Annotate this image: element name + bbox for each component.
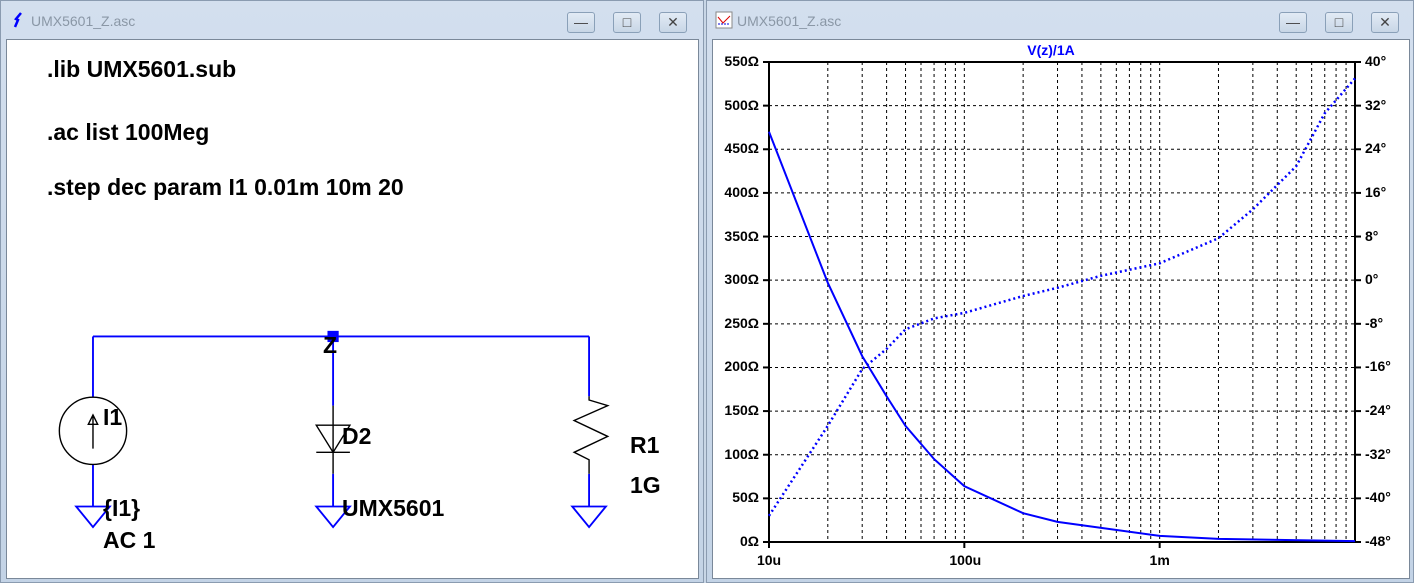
y-right-tick-label: -8°	[1365, 314, 1384, 331]
y-right-tick-label: 0°	[1365, 271, 1379, 288]
y-right-tick-label: -24°	[1365, 402, 1391, 419]
i1-name[interactable]: I1	[103, 404, 122, 431]
plot-window: UMX5601_Z.asc — □ ✕ V(z)/1A 0Ω -48° 50Ω -40…	[706, 0, 1414, 583]
plot-pane[interactable]: V(z)/1A 0Ω -48° 50Ω -40° 100Ω -32° 150Ω -24° 200…	[712, 39, 1410, 579]
y-right-tick-label: 24°	[1365, 140, 1387, 157]
minimize-button[interactable]: —	[1279, 12, 1307, 33]
y-left-tick-label: 350Ω	[724, 227, 759, 244]
d2-model[interactable]: UMX5601	[342, 495, 444, 522]
y-right-tick-label: -32°	[1365, 445, 1391, 462]
y-right-tick-label: -40°	[1365, 489, 1391, 506]
plot-frame	[768, 61, 1356, 543]
d2-name[interactable]: D2	[342, 423, 371, 450]
ground-icon	[570, 505, 608, 529]
maximize-button[interactable]: □	[1325, 12, 1353, 33]
y-right-tick-label: -16°	[1365, 358, 1391, 375]
y-left-tick-label: 250Ω	[724, 314, 759, 331]
x-tick-label: 100u	[949, 552, 982, 568]
plot-area[interactable]	[713, 40, 1411, 580]
y-left-tick-label: 50Ω	[732, 489, 759, 506]
y-right-tick-label: 32°	[1365, 96, 1387, 113]
i1-ac[interactable]: AC 1	[103, 527, 155, 554]
resistor-symbol	[572, 396, 610, 474]
y-right-tick-label: 16°	[1365, 183, 1387, 200]
y-left-tick-label: 200Ω	[724, 358, 759, 375]
y-left-tick-label: 550Ω	[724, 53, 759, 69]
r1-name[interactable]: R1	[630, 432, 659, 459]
trace-phase	[767, 77, 1356, 517]
i1-value[interactable]: {I1}	[103, 495, 140, 522]
y-left-tick-label: 0Ω	[739, 533, 759, 549]
arrow-up-icon	[87, 413, 99, 449]
y-left-tick-label: 100Ω	[724, 445, 759, 462]
y-right-tick-label: 8°	[1365, 227, 1379, 244]
net-label-z[interactable]: Z	[323, 332, 337, 359]
schematic-drawing	[58, 330, 610, 529]
y-left-tick-label: 500Ω	[724, 96, 759, 113]
r1-value[interactable]: 1G	[630, 472, 661, 499]
x-tick-label: 10u	[756, 552, 782, 568]
schematic-window: UMX5601_Z.asc — □ ✕ .lib UMX5601.sub .ac…	[0, 0, 704, 583]
close-button[interactable]: ✕	[1371, 12, 1399, 33]
schematic-canvas[interactable]: .lib UMX5601.sub .ac list 100Meg .step d…	[6, 39, 699, 579]
y-left-tick-label: 400Ω	[724, 183, 759, 200]
x-tick-label: 1m	[1149, 552, 1170, 568]
waveform-app-icon	[715, 11, 733, 29]
y-left-tick-label: 300Ω	[724, 271, 759, 288]
y-left-tick-label: 150Ω	[724, 402, 759, 419]
window-title: UMX5601_Z.asc	[737, 13, 842, 29]
y-right-tick-label: 40°	[1365, 53, 1387, 69]
y-right-tick-label: -48°	[1365, 533, 1391, 549]
y-left-tick-label: 450Ω	[724, 140, 759, 157]
